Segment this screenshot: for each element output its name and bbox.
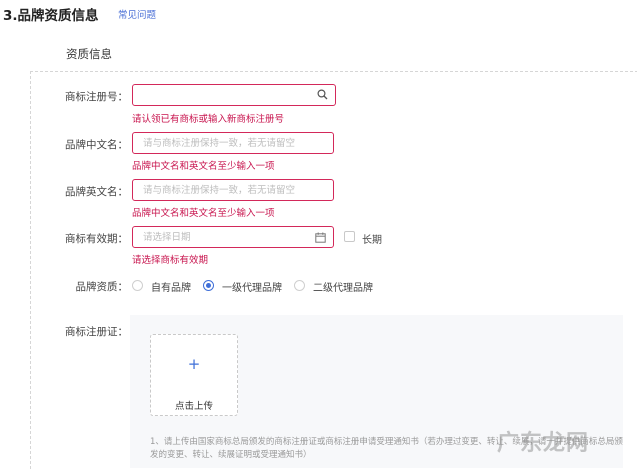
long-term-checkbox[interactable] bbox=[344, 231, 355, 242]
upload-label: 点击上传 bbox=[174, 401, 213, 412]
plus-icon: + bbox=[187, 355, 201, 373]
search-icon[interactable] bbox=[317, 89, 328, 103]
faq-link[interactable]: 常见问题 bbox=[118, 7, 156, 21]
validity-label: 商标有效期： bbox=[65, 233, 128, 245]
radio-own-brand-label[interactable]: 自有品牌 bbox=[151, 279, 191, 294]
long-term-label[interactable]: 长期 bbox=[362, 231, 382, 246]
certificate-label: 商标注册证： bbox=[65, 326, 128, 338]
radio-own-brand[interactable] bbox=[132, 280, 143, 291]
upload-button[interactable]: + 点击上传 bbox=[150, 334, 238, 416]
radio-tier2-agent-label[interactable]: 二级代理品牌 bbox=[313, 279, 373, 294]
validity-error: 请选择商标有效期 bbox=[132, 255, 209, 266]
watermark-logo: 广东龙网 bbox=[497, 431, 590, 456]
brand-en-input[interactable] bbox=[132, 179, 334, 201]
form-subtitle: 资质信息 bbox=[66, 47, 112, 61]
section-title: 3.品牌资质信息 bbox=[3, 8, 99, 24]
brand-cn-input[interactable] bbox=[132, 132, 334, 154]
calendar-icon[interactable] bbox=[315, 232, 326, 246]
trademark-no-input[interactable] bbox=[132, 84, 336, 106]
radio-tier2-agent[interactable] bbox=[294, 280, 305, 291]
brand-en-label: 品牌英文名： bbox=[65, 186, 128, 198]
trademark-no-label: 商标注册号： bbox=[65, 91, 128, 103]
brand-cn-error: 品牌中文名和英文名至少输入一项 bbox=[132, 161, 275, 172]
qualification-label: 品牌资质： bbox=[75, 281, 129, 293]
radio-tier1-agent-label[interactable]: 一级代理品牌 bbox=[222, 279, 282, 294]
radio-tier1-agent[interactable] bbox=[203, 280, 214, 291]
trademark-no-error: 请认领已有商标或输入新商标注册号 bbox=[132, 114, 285, 125]
brand-cn-label: 品牌中文名： bbox=[65, 139, 128, 151]
brand-en-error: 品牌中文名和英文名至少输入一项 bbox=[132, 208, 275, 219]
validity-date-input[interactable] bbox=[132, 226, 334, 248]
